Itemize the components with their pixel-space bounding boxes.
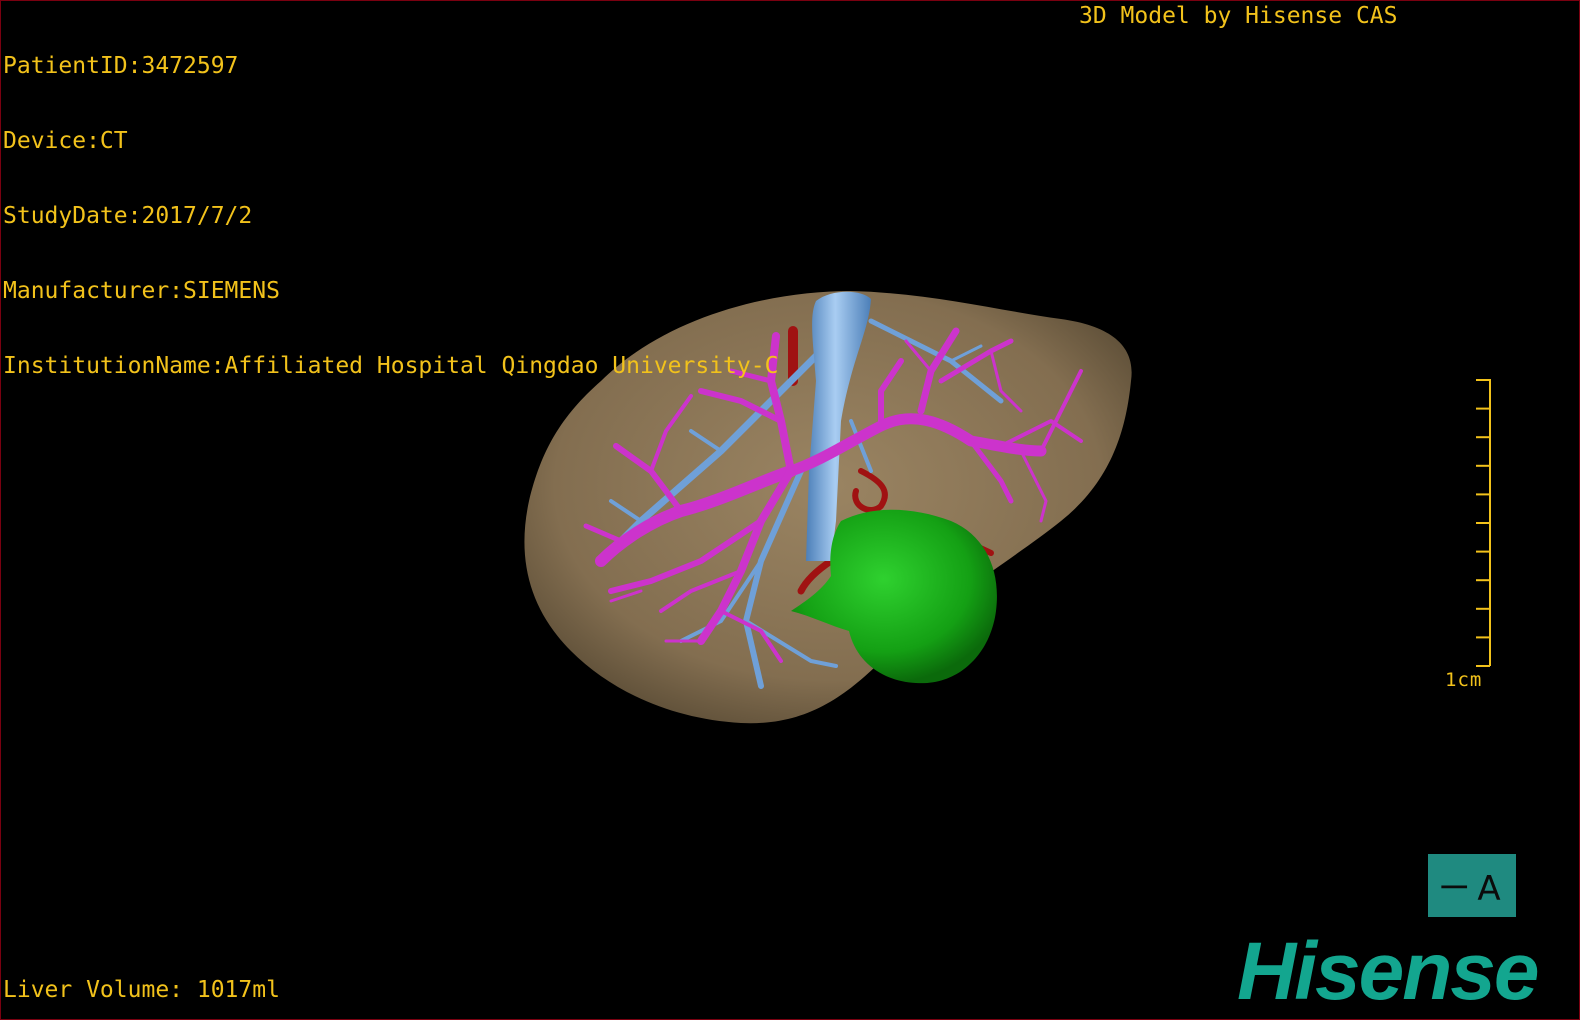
3d-viewport[interactable]: PatientID:3472597 Device:CT StudyDate:20… xyxy=(0,0,1580,1020)
patient-id-label: PatientID:3472597 xyxy=(3,53,239,79)
scale-bar-label: 1cm xyxy=(1445,669,1483,691)
scale-bar xyxy=(1476,379,1491,667)
orientation-cube-label: ㄧA xyxy=(1437,869,1507,909)
manufacturer-label: Manufacturer:SIEMENS xyxy=(3,278,280,304)
institution-label: InstitutionName:Affiliated Hospital Qing… xyxy=(3,353,779,379)
hisense-logo: Hisense xyxy=(1237,926,1540,1017)
orientation-cube-icon[interactable]: ㄧA xyxy=(1428,854,1516,917)
model-credit-label: 3D Model by Hisense CAS xyxy=(1079,3,1398,29)
device-label: Device:CT xyxy=(3,128,128,154)
patient-info-overlay: PatientID:3472597 Device:CT StudyDate:20… xyxy=(3,4,778,429)
study-date-label: StudyDate:2017/7/2 xyxy=(3,203,253,229)
liver-volume-label: Liver Volume: 1017ml xyxy=(3,977,280,1003)
